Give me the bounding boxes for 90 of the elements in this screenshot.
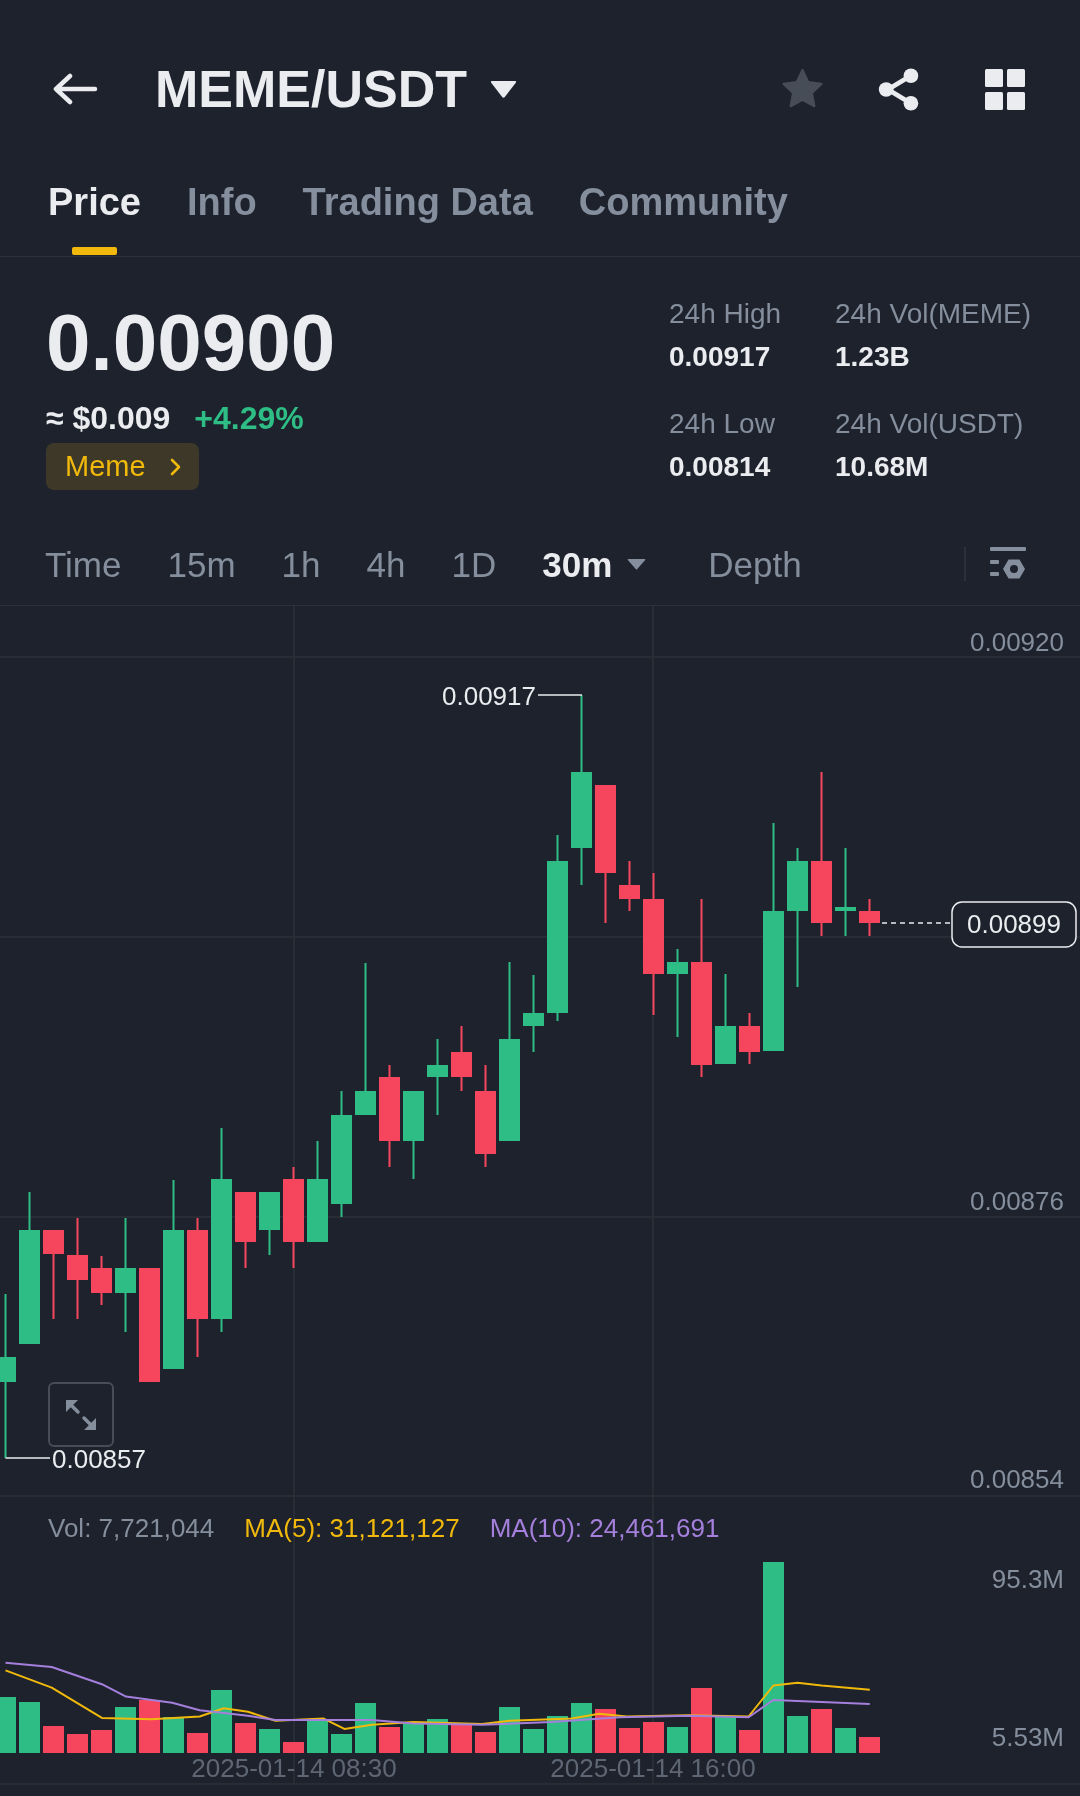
volume-bar xyxy=(835,1728,856,1753)
volume-bar xyxy=(859,1737,880,1753)
stat-value: 0.00917 xyxy=(669,343,771,371)
volume-bar xyxy=(499,1707,520,1753)
selected-indicator xyxy=(72,247,117,255)
volume-bar xyxy=(19,1702,40,1753)
volume-bar xyxy=(43,1726,64,1753)
legend-label: MA(10): 24,461,691 xyxy=(489,1515,720,1541)
volume-bar xyxy=(811,1709,832,1753)
high-price-label: 0.00917 xyxy=(442,681,536,711)
caret-down-icon xyxy=(490,79,517,99)
volume-bar xyxy=(619,1728,640,1753)
price-change: +4.29% xyxy=(194,402,304,434)
volume-bar xyxy=(187,1733,208,1753)
candlestick xyxy=(739,1012,760,1065)
candlestick xyxy=(91,1255,112,1306)
candlestick xyxy=(619,860,640,912)
view-tab[interactable]: Depth xyxy=(708,546,802,582)
interval-dropdown[interactable]: 30m xyxy=(542,546,647,582)
last-price-line xyxy=(881,922,951,924)
volume-bar xyxy=(307,1721,328,1753)
volume-bar xyxy=(595,1709,616,1753)
tab[interactable]: Price xyxy=(48,178,141,255)
volume-bar xyxy=(67,1734,88,1753)
fullscreen-button[interactable] xyxy=(48,1382,114,1447)
tab[interactable]: Trading Data xyxy=(302,178,533,255)
volume-bar xyxy=(115,1707,136,1753)
volume-bar xyxy=(427,1719,448,1753)
volume-bar xyxy=(235,1723,256,1753)
price-axis-label: 0.00876 xyxy=(970,1186,1064,1216)
tab[interactable]: Info xyxy=(186,178,257,255)
stat-label: 24h Vol(USDT) xyxy=(835,410,1024,438)
volume-bar xyxy=(667,1727,688,1753)
volume-bar xyxy=(739,1730,760,1753)
stat-value: 10.68M xyxy=(835,453,929,481)
volume-bar xyxy=(571,1703,592,1753)
legend-label: MA(5): 31,121,127 xyxy=(244,1515,460,1541)
leader-line xyxy=(537,694,583,696)
category-tag[interactable]: Meme xyxy=(46,443,199,490)
low-price-label: 0.00857 xyxy=(52,1444,146,1474)
settings-icon[interactable] xyxy=(990,547,1026,581)
pair-selector[interactable]: MEME/USDT xyxy=(155,63,517,115)
interval-tab[interactable]: Time xyxy=(45,546,122,582)
stat-label: 24h Vol(MEME) xyxy=(835,300,1032,328)
share-icon[interactable] xyxy=(877,66,921,112)
volume-axis-label: 95.3M xyxy=(991,1564,1064,1594)
candlestick xyxy=(859,898,880,937)
volume-bar xyxy=(331,1734,352,1753)
volume-bar xyxy=(403,1722,424,1753)
interval-tab[interactable]: 4h xyxy=(366,546,406,582)
volume-bar xyxy=(91,1730,112,1753)
caret-down-icon xyxy=(627,558,647,570)
price-axis-label: 0.00854 xyxy=(970,1464,1064,1494)
volume-axis-label: 5.53M xyxy=(991,1722,1064,1752)
candlestick xyxy=(451,1025,472,1092)
legend-label: Vol: 7,721,044 xyxy=(48,1515,215,1541)
fiat-price: ≈ $0.009 xyxy=(46,402,171,434)
tab[interactable]: Community xyxy=(578,178,788,255)
interval-tab[interactable]: 1D xyxy=(451,546,497,582)
interval-tab[interactable]: 1h xyxy=(281,546,321,582)
volume-bar xyxy=(451,1724,472,1753)
volume-bar xyxy=(283,1742,304,1753)
volume-bar xyxy=(259,1729,280,1753)
time-axis-label: 2025-01-14 08:30 xyxy=(191,1753,397,1783)
grid-icon[interactable] xyxy=(985,68,1025,110)
stat-value: 0.00814 xyxy=(669,453,771,481)
volume-bar xyxy=(379,1727,400,1753)
volume-bar xyxy=(0,1697,16,1753)
leader-line xyxy=(4,1457,51,1459)
volume-bar xyxy=(163,1717,184,1753)
interval-tab[interactable]: 15m xyxy=(167,546,236,582)
candlestick xyxy=(259,1191,280,1256)
volume-bar xyxy=(475,1732,496,1753)
volume-bar xyxy=(715,1717,736,1753)
time-axis-label: 2025-01-14 16:00 xyxy=(550,1753,756,1783)
stat-label: 24h Low xyxy=(669,410,775,438)
last-price-tag: 0.00899 xyxy=(951,901,1077,948)
stat-label: 24h High xyxy=(669,300,782,328)
volume-bar xyxy=(139,1700,160,1753)
chevron-right-icon xyxy=(169,457,181,476)
back-arrow-icon[interactable] xyxy=(52,73,98,105)
volume-bar xyxy=(643,1722,664,1753)
stat-value: 1.23B xyxy=(835,343,910,371)
last-price: 0.00900 xyxy=(46,300,336,383)
price-axis-label: 0.00920 xyxy=(970,627,1064,657)
volume-bar xyxy=(355,1703,376,1753)
volume-bar xyxy=(523,1729,544,1753)
volume-bar xyxy=(211,1690,232,1753)
volume-bar xyxy=(787,1716,808,1753)
volume-bar xyxy=(691,1688,712,1753)
